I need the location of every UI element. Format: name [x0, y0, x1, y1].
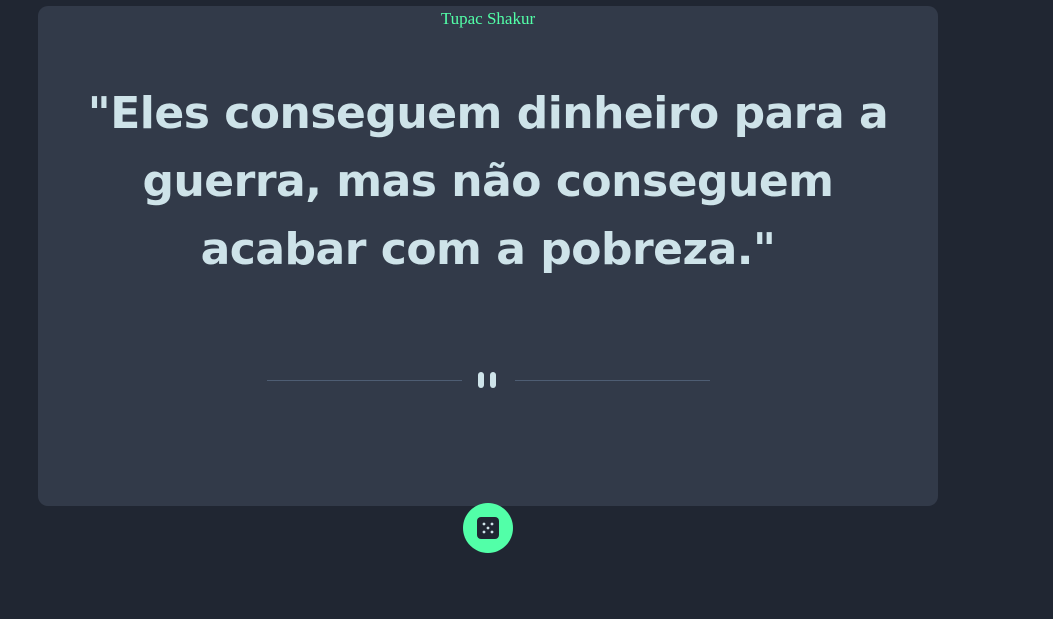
quote-card: Tupac Shakur "Eles conseguem dinheiro pa… [38, 6, 938, 506]
generate-quote-button[interactable] [463, 503, 513, 553]
divider [267, 368, 710, 392]
divider-line-right [515, 380, 710, 381]
page: Tupac Shakur "Eles conseguem dinheiro pa… [0, 0, 1053, 619]
divider-line-left [267, 380, 462, 381]
pause-icon [477, 372, 499, 388]
quote-text: "Eles conseguem dinheiro para a guerra, … [87, 88, 889, 275]
dice-icon [477, 517, 499, 539]
quote-author: Tupac Shakur [440, 9, 536, 28]
